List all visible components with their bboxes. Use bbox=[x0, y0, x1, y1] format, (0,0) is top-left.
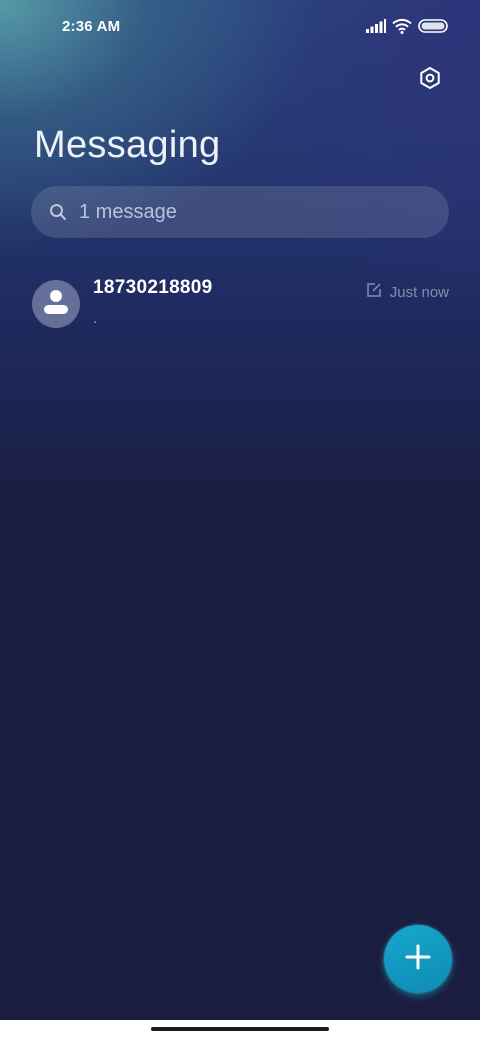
conversation-timestamp: Just now bbox=[389, 284, 449, 301]
avatar bbox=[32, 280, 80, 328]
search-placeholder: 1 message bbox=[79, 200, 177, 223]
wifi-icon bbox=[392, 18, 412, 39]
conversation-item[interactable]: 18730218809 . Just now bbox=[0, 266, 480, 342]
battery-icon bbox=[418, 18, 450, 39]
settings-button[interactable] bbox=[414, 64, 446, 96]
search-icon bbox=[49, 203, 67, 221]
conversation-meta: Just now bbox=[366, 282, 449, 303]
page-title: Messaging bbox=[34, 124, 221, 166]
person-icon bbox=[43, 288, 69, 321]
status-bar: 2:36 AM bbox=[0, 0, 480, 56]
draft-edit-icon bbox=[366, 282, 382, 303]
search-input[interactable]: 1 message bbox=[31, 186, 449, 238]
signal-icon bbox=[366, 18, 386, 38]
new-message-button[interactable] bbox=[384, 925, 452, 993]
messaging-screen: 2:36 AM Messaging 1 message 18730218809 … bbox=[0, 0, 480, 1020]
navigation-bar bbox=[0, 1020, 480, 1040]
conversation-preview: . bbox=[93, 310, 98, 327]
conversation-sender: 18730218809 bbox=[93, 277, 213, 298]
plus-icon bbox=[404, 943, 432, 976]
home-indicator[interactable] bbox=[151, 1027, 329, 1031]
status-time: 2:36 AM bbox=[62, 18, 121, 35]
settings-icon bbox=[418, 66, 442, 95]
status-icons bbox=[366, 18, 450, 38]
